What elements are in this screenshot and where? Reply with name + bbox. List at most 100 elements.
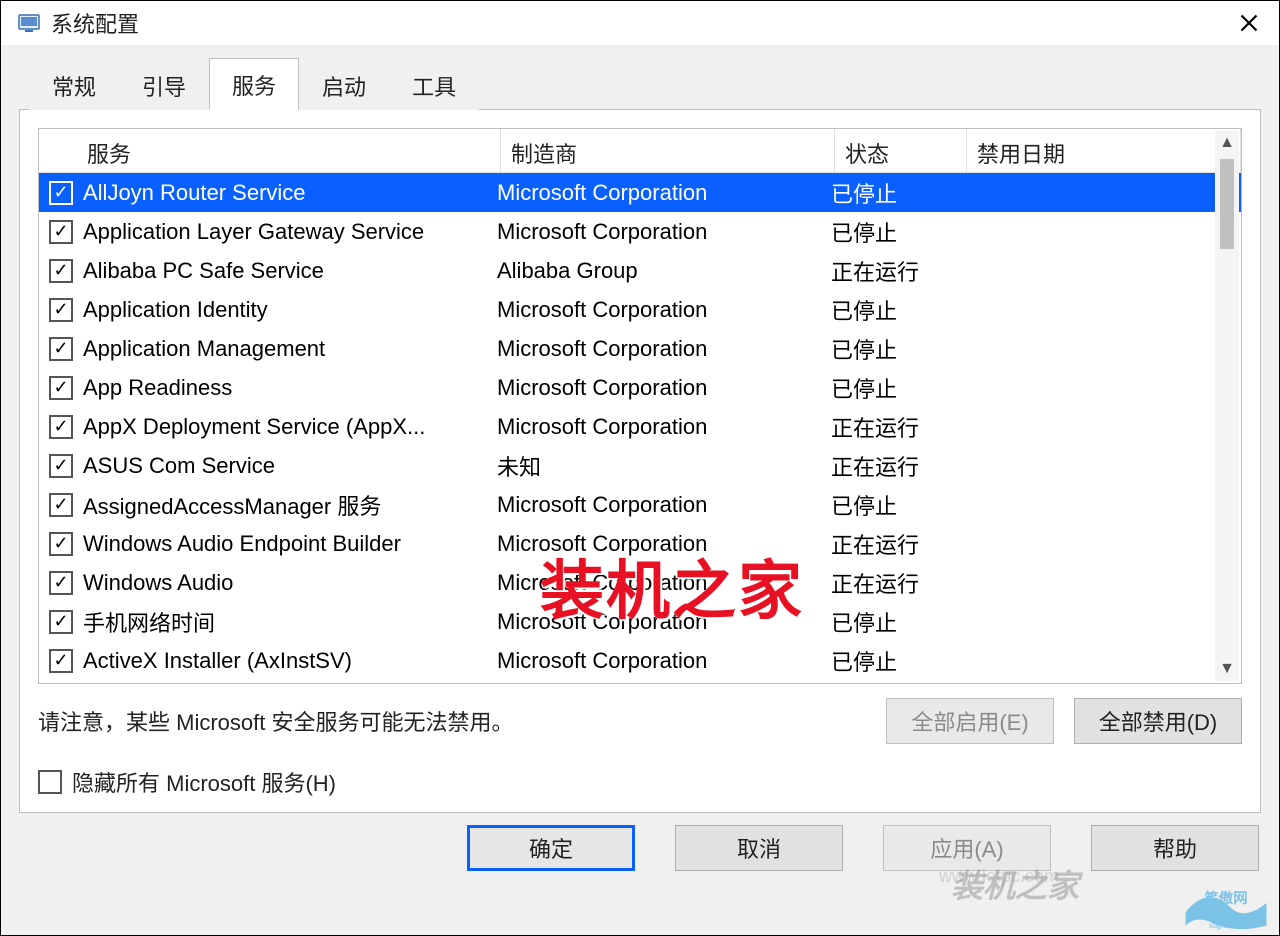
table-row[interactable]: ✓ Application ManagementMicrosoft Corpora… bbox=[39, 329, 1241, 368]
close-button[interactable] bbox=[1227, 1, 1271, 45]
scroll-thumb[interactable] bbox=[1220, 159, 1234, 249]
row-checkbox[interactable]: ✓ bbox=[49, 454, 73, 478]
cell-service: Application Identity bbox=[83, 297, 497, 323]
table-row[interactable]: ✓Application IdentityMicrosoft Corporati… bbox=[39, 290, 1241, 329]
tab-服务[interactable]: 服务 bbox=[209, 58, 299, 110]
cell-state: 已停止 bbox=[831, 489, 963, 521]
cell-service: ASUS Com Service bbox=[83, 453, 497, 479]
table-row[interactable]: ✓Application Layer Gateway ServiceMicros… bbox=[39, 212, 1241, 251]
cancel-button[interactable]: 取消 bbox=[675, 825, 843, 871]
cell-state: 已停止 bbox=[831, 294, 963, 326]
cell-state: 已停止 bbox=[831, 372, 963, 404]
under-list-row: 请注意，某些 Microsoft 安全服务可能无法禁用。 全部启用(E) 全部禁… bbox=[38, 698, 1242, 744]
row-checkbox[interactable]: ✓ bbox=[49, 610, 73, 634]
table-row[interactable]: ✓ Alibaba PC Safe ServiceAlibaba Group正在运… bbox=[39, 251, 1241, 290]
table-row[interactable]: ✓ App ReadinessMicrosoft Corporation已停止 bbox=[39, 368, 1241, 407]
row-checkbox[interactable]: ✓ bbox=[49, 532, 73, 556]
tab-工具[interactable]: 工具 bbox=[389, 59, 479, 110]
row-checkbox[interactable]: ✓ bbox=[49, 220, 73, 244]
cell-service: Alibaba PC Safe Service bbox=[83, 258, 497, 284]
client-area: 常规引导服务启动工具 服务 制造商 状态 禁用日期 ✓AllJoyn Route… bbox=[1, 45, 1279, 935]
column-header-manufacturer[interactable]: 制造商 bbox=[501, 129, 835, 172]
table-row[interactable]: ✓ AppX Deployment Service (AppX...Microso… bbox=[39, 407, 1241, 446]
tab-引导[interactable]: 引导 bbox=[119, 59, 209, 110]
table-row[interactable]: ✓ Windows AudioMicrosoft Corporation正在运行 bbox=[39, 563, 1241, 602]
vertical-scrollbar[interactable]: ▲ ▼ bbox=[1215, 131, 1239, 681]
cell-manufacturer: Microsoft Corporation bbox=[497, 609, 831, 635]
cell-service: AssignedAccessManager 服务 bbox=[83, 489, 497, 521]
table-row[interactable]: ✓ 手机网络时间Microsoft Corporation已停止 bbox=[39, 602, 1241, 641]
cell-manufacturer: Microsoft Corporation bbox=[497, 336, 831, 362]
row-checkbox[interactable]: ✓ bbox=[49, 376, 73, 400]
scroll-up-arrow-icon[interactable]: ▲ bbox=[1215, 131, 1239, 155]
cell-state: 正在运行 bbox=[831, 450, 963, 482]
cell-manufacturer: Microsoft Corporation bbox=[497, 648, 831, 674]
cell-service: AllJoyn Router Service bbox=[83, 180, 497, 206]
cell-manufacturer: Microsoft Corporation bbox=[497, 219, 831, 245]
disable-all-button[interactable]: 全部禁用(D) bbox=[1074, 698, 1242, 744]
cell-state: 正在运行 bbox=[831, 411, 963, 443]
cell-state: 正在运行 bbox=[831, 528, 963, 560]
help-button[interactable]: 帮助 bbox=[1091, 825, 1259, 871]
cell-service: 手机网络时间 bbox=[83, 606, 497, 638]
tab-常规[interactable]: 常规 bbox=[29, 59, 119, 110]
table-row[interactable]: ✓ ASUS Com Service未知正在运行 bbox=[39, 446, 1241, 485]
cell-service: ActiveX Installer (AxInstSV) bbox=[83, 648, 497, 674]
cell-state: 已停止 bbox=[831, 333, 963, 365]
tab-启动[interactable]: 启动 bbox=[299, 59, 389, 110]
cell-service: Application Management bbox=[83, 336, 497, 362]
ok-button[interactable]: 确定 bbox=[467, 825, 635, 871]
cell-manufacturer: Microsoft Corporation bbox=[497, 180, 831, 206]
hide-ms-row: 隐藏所有 Microsoft 服务(H) bbox=[38, 766, 1242, 798]
cell-manufacturer: Microsoft Corporation bbox=[497, 414, 831, 440]
watermark-logo-label: 笑傲网 bbox=[1204, 889, 1247, 907]
row-checkbox[interactable]: ✓ bbox=[49, 493, 73, 517]
cell-service: Windows Audio Endpoint Builder bbox=[83, 531, 497, 557]
cell-state: 已停止 bbox=[831, 177, 963, 209]
row-checkbox[interactable]: ✓ bbox=[49, 298, 73, 322]
column-header-state[interactable]: 状态 bbox=[835, 129, 967, 172]
row-checkbox[interactable]: ✓ bbox=[49, 649, 73, 673]
cell-state: 已停止 bbox=[831, 645, 963, 677]
scroll-down-arrow-icon[interactable]: ▼ bbox=[1215, 657, 1239, 681]
hide-ms-label: 隐藏所有 Microsoft 服务(H) bbox=[72, 766, 336, 798]
cell-manufacturer: 未知 bbox=[497, 450, 831, 482]
cell-manufacturer: Alibaba Group bbox=[497, 258, 831, 284]
dialog-footer: 确定 取消 应用(A) 帮助 bbox=[1, 813, 1279, 879]
table-row[interactable]: ✓ AllJoyn Router ServiceMicrosoft Corpora… bbox=[39, 173, 1241, 212]
column-header-service[interactable]: 服务 bbox=[39, 129, 501, 172]
table-row[interactable]: ✓ AssignedAccessManager 服务Microsoft Corpo… bbox=[39, 485, 1241, 524]
apply-button[interactable]: 应用(A) bbox=[883, 825, 1051, 871]
app-icon bbox=[17, 11, 41, 35]
cell-service: Windows Audio bbox=[83, 570, 497, 596]
cell-state: 已停止 bbox=[831, 216, 963, 248]
close-icon bbox=[1239, 13, 1259, 33]
row-checkbox[interactable]: ✓ bbox=[49, 415, 73, 439]
cell-service: AppX Deployment Service (AppX... bbox=[83, 414, 497, 440]
cell-manufacturer: Microsoft Corporation bbox=[497, 531, 831, 557]
row-checkbox[interactable]: ✓ bbox=[49, 259, 73, 283]
cell-state: 正在运行 bbox=[831, 567, 963, 599]
cell-state: 正在运行 bbox=[831, 255, 963, 287]
cell-manufacturer: Microsoft Corporation bbox=[497, 492, 831, 518]
enable-all-button[interactable]: 全部启用(E) bbox=[886, 698, 1054, 744]
watermark-logo-icon: 笑傲网 xajjn.com bbox=[1181, 873, 1271, 933]
tab-panel-services: 服务 制造商 状态 禁用日期 ✓AllJoyn Router ServiceMi… bbox=[19, 109, 1261, 813]
window-title: 系统配置 bbox=[51, 7, 1227, 39]
cell-service: App Readiness bbox=[83, 375, 497, 401]
cell-manufacturer: Microsoft Corporation bbox=[497, 570, 831, 596]
listview-body[interactable]: ✓AllJoyn Router ServiceMicrosoft Corpora… bbox=[39, 173, 1241, 683]
watermark-logo-url: xajjn.com bbox=[1209, 921, 1243, 930]
column-header-disabled-date[interactable]: 禁用日期 bbox=[967, 129, 1241, 172]
row-checkbox[interactable]: ✓ bbox=[49, 181, 73, 205]
table-row[interactable]: ✓ ActiveX Installer (AxInstSV)Microsoft C… bbox=[39, 641, 1241, 680]
listview-header: 服务 制造商 状态 禁用日期 bbox=[39, 129, 1241, 173]
row-checkbox[interactable]: ✓ bbox=[49, 337, 73, 361]
table-row[interactable]: ✓ Windows Audio Endpoint BuilderMicrosoft… bbox=[39, 524, 1241, 563]
services-listview[interactable]: 服务 制造商 状态 禁用日期 ✓AllJoyn Router ServiceMi… bbox=[38, 128, 1242, 684]
cell-manufacturer: Microsoft Corporation bbox=[497, 375, 831, 401]
cell-state: 已停止 bbox=[831, 606, 963, 638]
row-checkbox[interactable]: ✓ bbox=[49, 571, 73, 595]
hide-ms-checkbox[interactable] bbox=[38, 770, 62, 794]
warning-note: 请注意，某些 Microsoft 安全服务可能无法禁用。 bbox=[38, 705, 866, 737]
